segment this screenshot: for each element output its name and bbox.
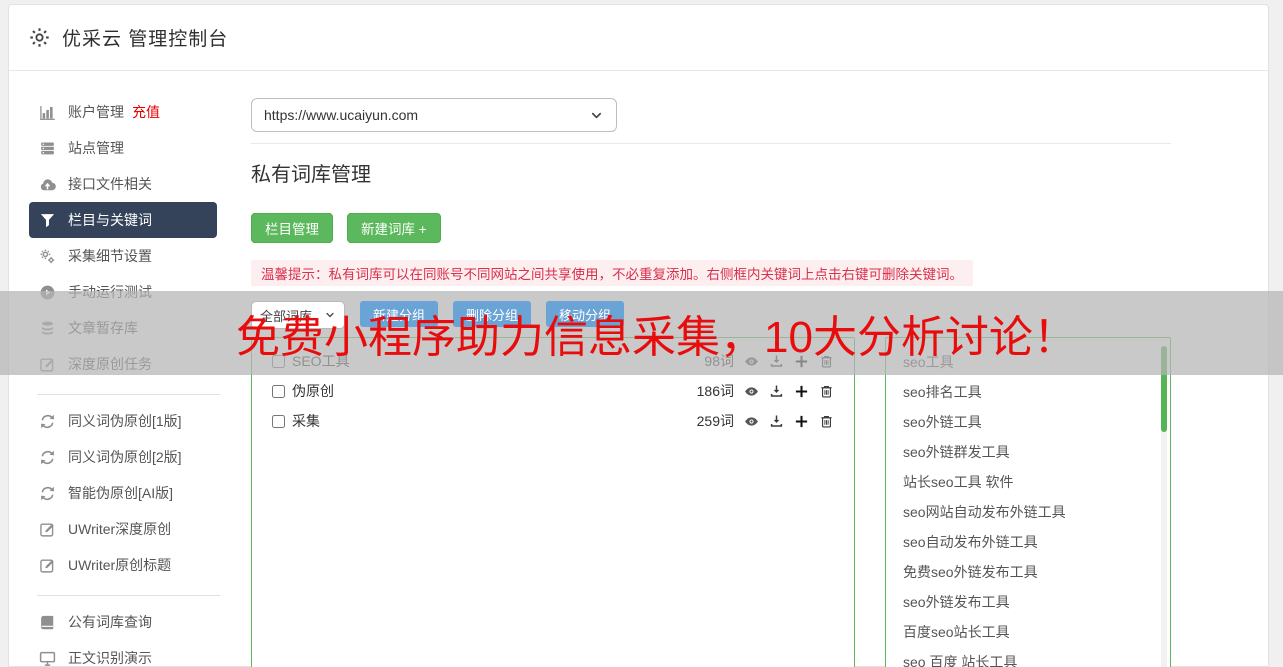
app-title: 优采云 管理控制台 [62, 24, 228, 51]
chevron-down-icon [589, 108, 604, 123]
book-icon [39, 614, 56, 631]
gear-icon [29, 27, 50, 48]
action-buttons: 栏目管理 新建词库 + [251, 213, 1268, 243]
sidebar-item-label: 公有词库查询 [68, 612, 152, 632]
sidebar-item-label: 正文识别演示 [68, 648, 152, 667]
sidebar-item-label: 同义词伪原创[1版] [68, 411, 182, 431]
sidebar-item-label: 智能伪原创[AI版] [68, 483, 173, 503]
sidebar-item-label: UWriter原创标题 [68, 555, 171, 575]
sidebar-item-label: UWriter深度原创 [68, 519, 171, 539]
edit-icon [39, 557, 56, 574]
keyword-item[interactable]: seo 百度 站长工具 [886, 647, 1170, 667]
sidebar-item-synonym-rewrite-1[interactable]: 同义词伪原创[1版] [29, 403, 217, 439]
keyword-item[interactable]: seo外链工具 [886, 407, 1170, 437]
sidebar-item-label: 同义词伪原创[2版] [68, 447, 182, 467]
keyword-item[interactable]: seo排名工具 [886, 377, 1170, 407]
sidebar-item-public-thesaurus-query[interactable]: 公有词库查询 [29, 604, 217, 640]
sidebar-item-label: 接口文件相关 [68, 174, 152, 194]
keyword-item[interactable]: seo外链群发工具 [886, 437, 1170, 467]
site-select[interactable]: https://www.ucaiyun.com [251, 98, 617, 132]
monitor-icon [39, 650, 56, 667]
add-icon[interactable] [794, 384, 809, 399]
view-icon[interactable] [744, 384, 759, 399]
sidebar-item-label: 采集细节设置 [68, 246, 152, 266]
delete-icon[interactable] [819, 384, 834, 399]
tip-banner: 温馨提示：私有词库可以在同账号不同网站之间共享使用，不必重复添加。右侧框内关键词… [251, 260, 973, 286]
download-icon[interactable] [769, 384, 784, 399]
refresh-icon [39, 413, 56, 430]
refresh-icon [39, 485, 56, 502]
keyword-item[interactable]: 站长seo工具 软件 [886, 467, 1170, 497]
thesaurus-panel: SEO工具 98词 伪原创 186词 [251, 337, 855, 667]
ad-banner-text: 免费小程序助力信息采集，10大分析讨论！ [236, 312, 1077, 364]
keyword-item[interactable]: seo外链发布工具 [886, 587, 1170, 617]
cloud-upload-icon [39, 176, 56, 193]
row-checkbox[interactable] [272, 385, 285, 398]
app-header: 优采云 管理控制台 [9, 5, 1268, 71]
filter-icon [39, 212, 56, 229]
gears-icon [39, 248, 56, 265]
sidebar-item-synonym-rewrite-2[interactable]: 同义词伪原创[2版] [29, 439, 217, 475]
refresh-icon [39, 449, 56, 466]
keyword-item[interactable]: seo网站自动发布外链工具 [886, 497, 1170, 527]
new-thesaurus-button[interactable]: 新建词库 + [347, 213, 441, 243]
section-divider [251, 143, 1171, 144]
add-icon[interactable] [794, 414, 809, 429]
sidebar-item-label: 账户管理 [68, 102, 124, 122]
sidebar-item-collect-settings[interactable]: 采集细节设置 [29, 238, 217, 274]
column-manage-button[interactable]: 栏目管理 [251, 213, 333, 243]
sidebar-item-columns-keywords[interactable]: 栏目与关键词 [29, 202, 217, 238]
bar-chart-icon [39, 104, 56, 121]
site-select-value: https://www.ucaiyun.com [264, 107, 418, 123]
keyword-item[interactable]: 免费seo外链发布工具 [886, 557, 1170, 587]
thesaurus-row: 伪原创 186词 [252, 376, 854, 406]
sidebar-item-content-recognition-demo[interactable]: 正文识别演示 [29, 640, 217, 667]
scrollbar-track[interactable] [1161, 346, 1167, 667]
word-count: 259词 [697, 411, 734, 431]
sidebar-divider [37, 394, 220, 395]
sidebar-item-uwriter-deep-original[interactable]: UWriter深度原创 [29, 511, 217, 547]
sidebar-divider [37, 595, 220, 596]
sidebar-item-interface-files[interactable]: 接口文件相关 [29, 166, 217, 202]
download-icon[interactable] [769, 414, 784, 429]
keyword-item[interactable]: 百度seo站长工具 [886, 617, 1170, 647]
sidebar-item-uwriter-original-title[interactable]: UWriter原创标题 [29, 547, 217, 583]
sidebar-item-label: 站点管理 [68, 138, 124, 158]
thesaurus-name[interactable]: 伪原创 [292, 381, 334, 401]
thesaurus-name[interactable]: 采集 [292, 411, 320, 431]
sidebar-item-site-manage[interactable]: 站点管理 [29, 130, 217, 166]
sidebar-item-ai-rewrite[interactable]: 智能伪原创[AI版] [29, 475, 217, 511]
row-checkbox[interactable] [272, 415, 285, 428]
server-icon [39, 140, 56, 157]
sidebar-item-label: 栏目与关键词 [68, 210, 152, 230]
delete-icon[interactable] [819, 414, 834, 429]
thesaurus-row: 采集 259词 [252, 406, 854, 436]
keyword-panel: seo工具 seo排名工具 seo外链工具 seo外链群发工具 站长seo工具 … [885, 337, 1171, 667]
view-icon[interactable] [744, 414, 759, 429]
list-panels: SEO工具 98词 伪原创 186词 [251, 337, 1268, 667]
page-title: 私有词库管理 [251, 158, 1268, 187]
recharge-link[interactable]: 充值 [132, 102, 160, 122]
word-count: 186词 [697, 381, 734, 401]
edit-icon [39, 521, 56, 538]
keyword-item[interactable]: seo自动发布外链工具 [886, 527, 1170, 557]
sidebar-item-account-manage[interactable]: 账户管理 充值 [29, 94, 217, 130]
